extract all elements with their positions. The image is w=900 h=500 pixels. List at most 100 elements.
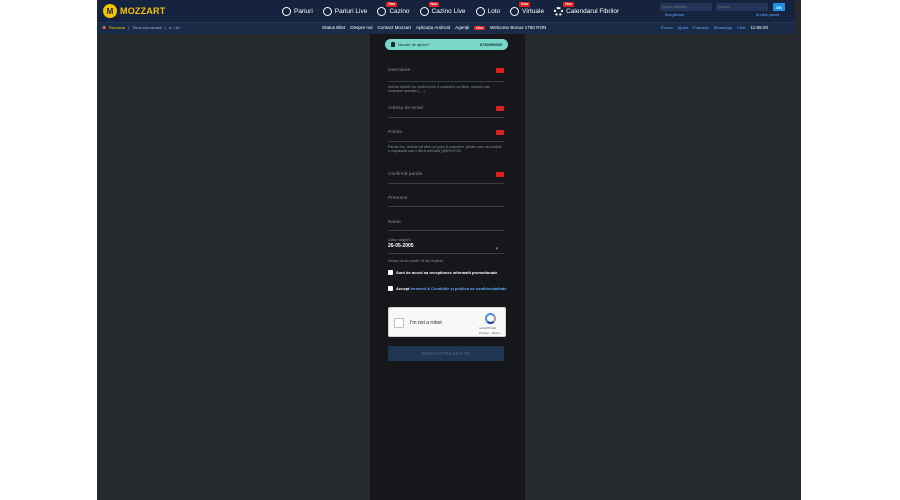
link-welcome-bonus[interactable]: Welcome Bonus 1750 RON	[490, 25, 546, 30]
registration-panel: Nevoie de ajutor? 0730000000 Username Ac…	[370, 34, 525, 500]
link-contact[interactable]: Contact Mozzart	[377, 25, 410, 30]
link-status-bilet[interactable]: Status Bilet	[322, 25, 345, 30]
live-ball-icon	[322, 6, 332, 16]
help-text: Nevoie de ajutor?	[398, 42, 430, 47]
chevron-down-icon: ▾	[495, 246, 498, 252]
error-icon	[496, 130, 504, 135]
password-hint: Parola dvs. trebuie să aibă cel puțin 8 …	[388, 145, 502, 154]
error-icon	[496, 106, 504, 111]
link-chat[interactable]: Chat	[737, 25, 745, 30]
error-icon	[496, 68, 504, 73]
nav-label: Virtuale	[522, 7, 545, 15]
last-name-field[interactable]: Nume	[388, 220, 504, 231]
nav-label: Pariuri Live	[334, 7, 368, 15]
nav-label: Cazino	[389, 7, 410, 15]
field-label: Confirmă parola	[388, 172, 423, 177]
captcha-checkbox[interactable]	[394, 318, 404, 328]
promo-consent-label: Sunt de acord sa receptionez informatii …	[396, 270, 498, 275]
username-field[interactable]: Username	[388, 68, 504, 82]
link-francize[interactable]: Francizã	[693, 25, 708, 30]
login-form: OK Înregistrare Ai uitat parola	[660, 3, 792, 19]
nav-label: Cazino Live	[431, 7, 466, 15]
link-android-app[interactable]: Aplicația Android	[416, 25, 450, 30]
nav-loto[interactable]: Loto	[475, 6, 501, 16]
captcha-terms[interactable]: Privacy - Terms	[479, 331, 500, 335]
help-phone: 0730000000	[479, 42, 502, 47]
field-label: Nume	[388, 220, 401, 225]
new-badge: Nou	[519, 1, 530, 7]
logo-mark: M	[103, 4, 117, 18]
recaptcha-widget: I'm not a robot reCAPTCHA Privacy - Term…	[388, 307, 506, 337]
link-despre-noi[interactable]: Despre noi	[350, 25, 372, 30]
field-label: Parola	[388, 130, 402, 135]
logo[interactable]: M MOZZART	[103, 4, 165, 18]
sub-links: Status Bilet Despre noi Contact Mozzart …	[322, 25, 546, 30]
link-ajutor[interactable]: Ajutor	[678, 25, 688, 30]
register-submit-button[interactable]: ÎNREGISTREAZĂ-TE	[388, 346, 504, 361]
casino-live-icon	[419, 6, 429, 16]
clock: 11:58:20	[750, 25, 769, 30]
nav-label: Calendarul Fibrilor	[566, 7, 620, 15]
first-name-field[interactable]: Prenume	[388, 196, 504, 207]
dob-field[interactable]: Data nașterii 26-05-2005 ▾	[388, 237, 504, 254]
separator: |	[164, 25, 166, 30]
field-label: Username	[388, 68, 411, 73]
captcha-brand: reCAPTCHA	[479, 326, 497, 330]
nav-virtuale[interactable]: Nou Virtuale	[510, 1, 545, 16]
terms-label: Accept termenii & Condițiile și politica…	[396, 286, 506, 291]
terms-consent-row[interactable]: Accept termenii & Condițiile și politica…	[388, 286, 508, 291]
sub-nav-bar: Romania | Tema întunecată | A- / A+ Stat…	[97, 22, 795, 34]
terms-link[interactable]: termenii & Condițiile și politica de con…	[410, 286, 506, 291]
captcha-label: I'm not a robot	[410, 320, 442, 326]
age-hint: Declar că am peste 18 ani împliniți.	[388, 259, 444, 263]
font-size-controls[interactable]: A- / A+	[169, 25, 181, 30]
nav-label: Pariuri	[294, 7, 313, 15]
login-button[interactable]: OK	[773, 3, 785, 11]
field-label: Data nașterii	[388, 237, 411, 242]
new-badge: Nou	[428, 1, 440, 7]
confirm-password-field[interactable]: Confirmă parola	[388, 172, 504, 184]
nav-label: Loto	[487, 7, 501, 15]
link-whatsapp[interactable]: WhatsApp	[714, 25, 732, 30]
nav-pariuri-live[interactable]: Pariuri Live	[322, 6, 368, 16]
email-field[interactable]: Adresa de email	[388, 106, 504, 118]
link-promo[interactable]: Promo	[661, 25, 673, 30]
recaptcha-logo-icon	[485, 313, 496, 324]
nav-cazino-live[interactable]: Nou Cazino Live	[419, 1, 466, 16]
promo-new-badge: Nou	[474, 25, 486, 30]
sub-right: Promo Ajutor Francizã WhatsApp Chat 11:5…	[661, 25, 768, 30]
error-icon	[496, 172, 504, 177]
country-selector[interactable]: Romania	[109, 25, 125, 30]
username-login-input[interactable]	[660, 3, 712, 11]
main-nav: Pariuri Pariuri Live Nou Cazino Nou Cazi…	[282, 0, 619, 22]
forgot-password-link[interactable]: Ai uitat parola	[756, 13, 779, 17]
new-badge: Nou	[563, 1, 574, 7]
app-window: M MOZZART Pariuri Pariuri Live Nou Cazin…	[97, 0, 801, 500]
link-agentii[interactable]: Agenții	[455, 25, 469, 30]
top-header: M MOZZART Pariuri Pariuri Live Nou Cazin…	[97, 0, 795, 22]
field-label: Prenume	[388, 196, 408, 201]
help-pill[interactable]: Nevoie de ajutor? 0730000000	[385, 39, 508, 50]
register-link[interactable]: Înregistrare	[665, 13, 684, 17]
nav-calendar[interactable]: Nou Calendarul Fibrilor	[554, 1, 620, 16]
terms-checkbox[interactable]	[388, 286, 393, 291]
nav-cazino[interactable]: Nou Cazino	[377, 1, 410, 16]
dob-value: 26-05-2005	[388, 243, 414, 249]
logo-text: MOZZART	[120, 6, 166, 16]
lotto-ball-icon	[475, 6, 485, 16]
romania-flag-icon	[102, 26, 106, 29]
password-login-input[interactable]	[716, 3, 768, 11]
virtual-icon	[510, 6, 520, 16]
username-hint: Acesta trebuie sa contina intre 6 caract…	[388, 85, 490, 94]
sub-left: Romania | Tema întunecată | A- / A+	[102, 25, 181, 30]
theme-toggle[interactable]: Tema întunecată	[132, 25, 162, 30]
nav-pariuri[interactable]: Pariuri	[282, 6, 313, 16]
promo-checkbox[interactable]	[388, 270, 393, 275]
phone-icon	[391, 42, 395, 47]
password-field[interactable]: Parola	[388, 130, 504, 142]
casino-chips-icon	[377, 6, 387, 16]
separator: |	[128, 25, 130, 30]
promo-consent-row[interactable]: Sunt de acord sa receptionez informatii …	[388, 270, 508, 275]
new-badge: Nou	[386, 1, 398, 7]
field-label: Adresa de email	[388, 106, 423, 111]
